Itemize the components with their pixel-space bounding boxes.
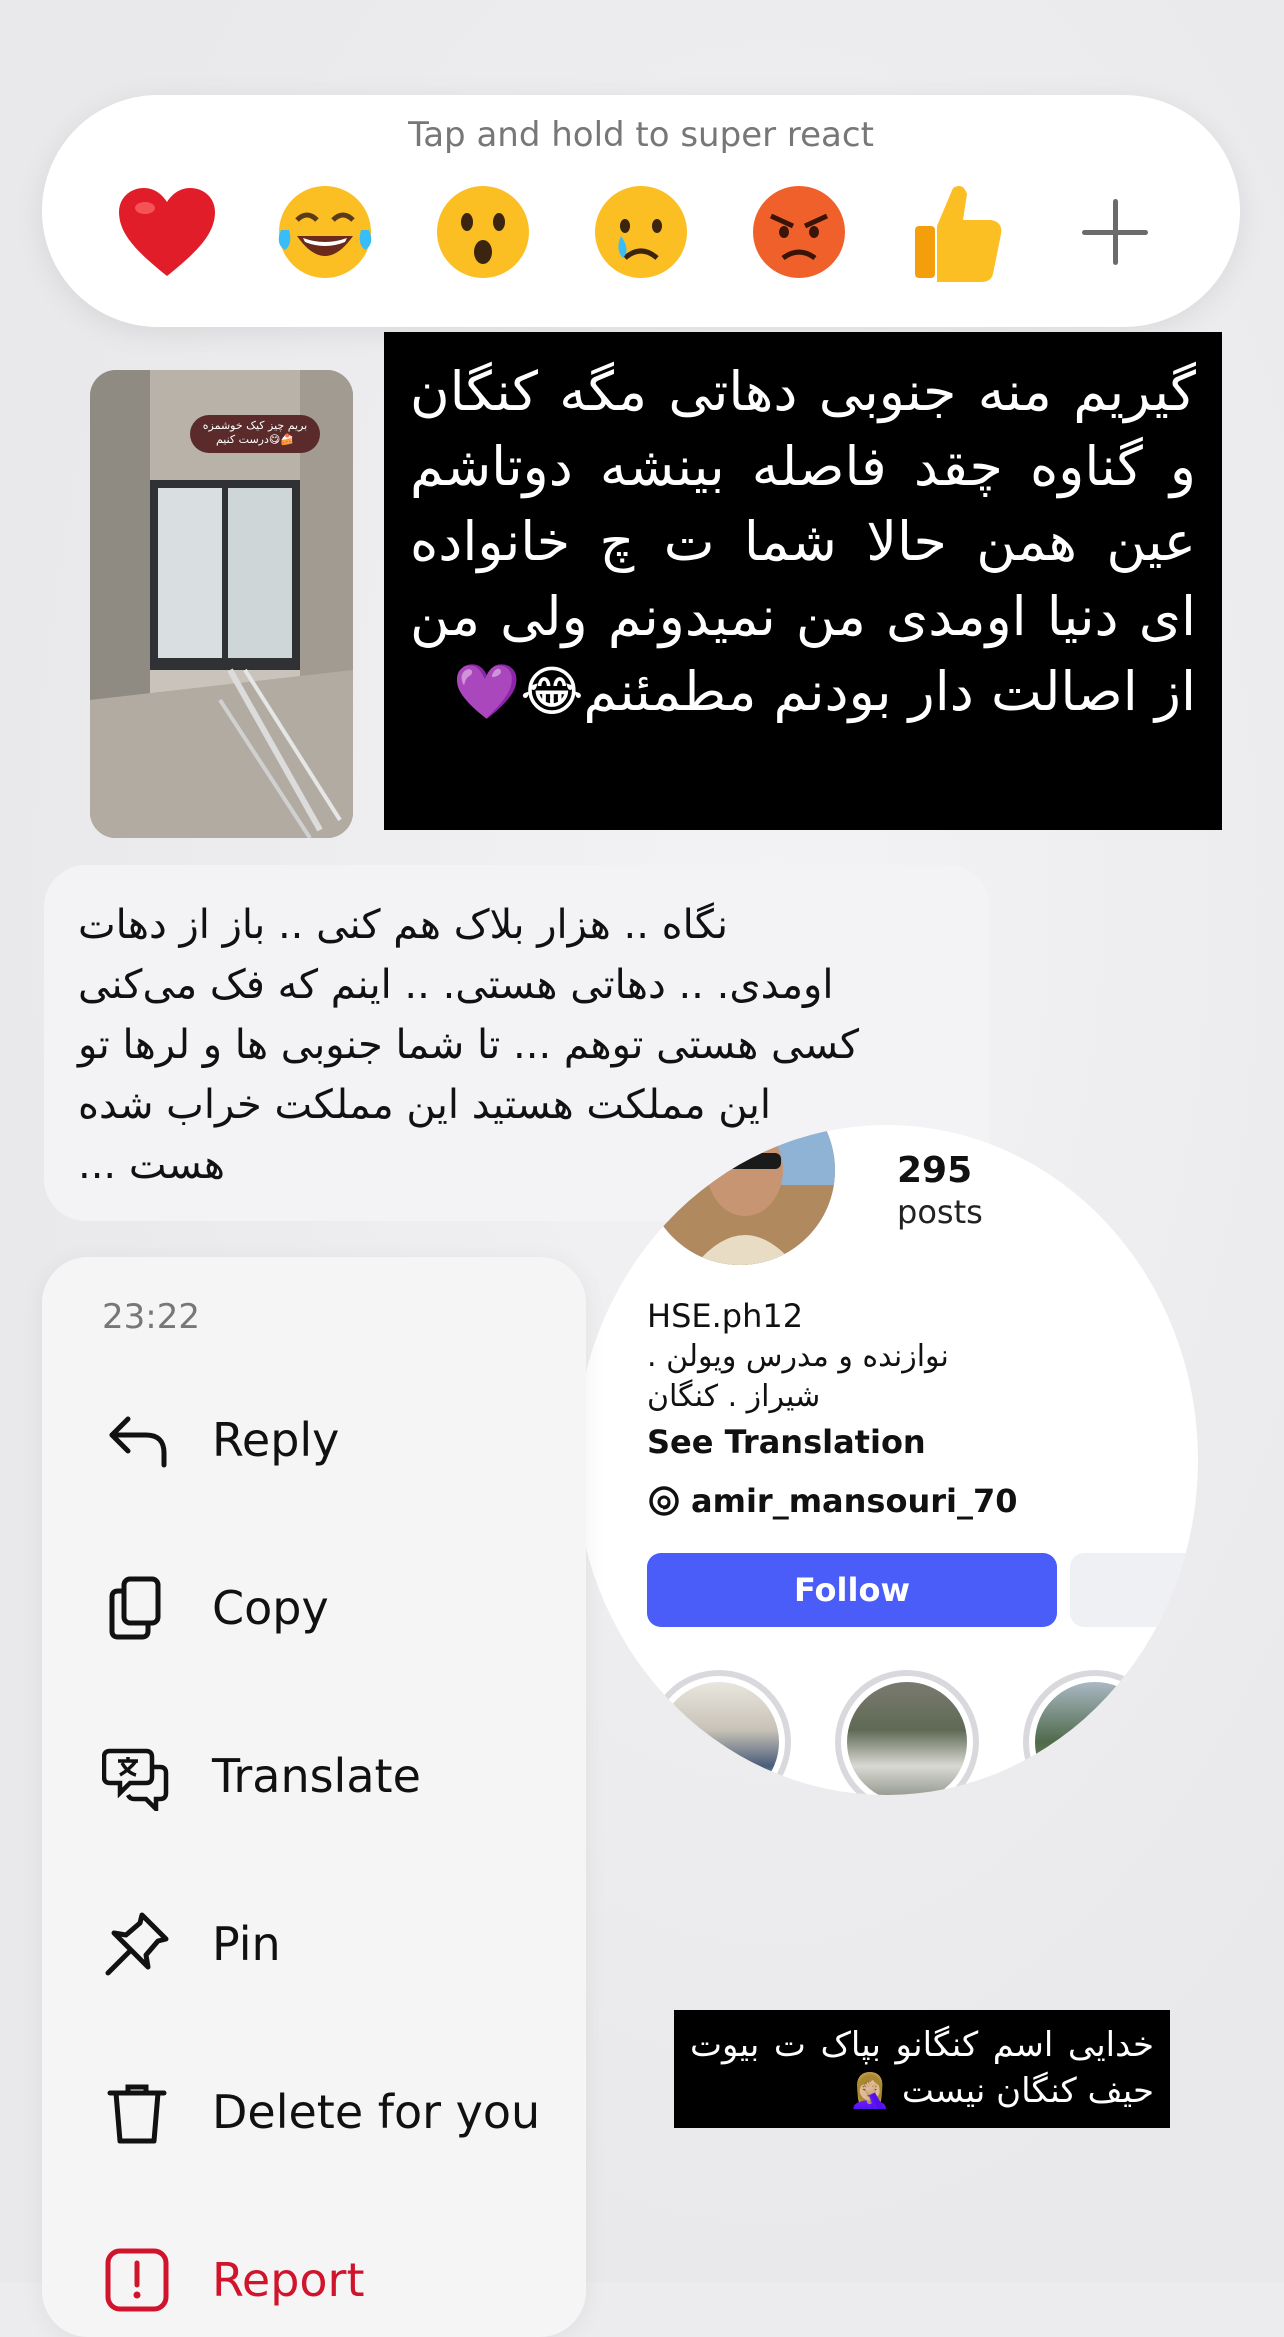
story-highlight[interactable] — [835, 1670, 979, 1795]
story-thumbnail[interactable]: بریم چیز کیک خوشمزه درست کنیم😋🍰 — [90, 370, 353, 838]
translate-icon — [102, 1741, 172, 1811]
trash-icon — [102, 2077, 172, 2147]
reaction-bar: Tap and hold to super react — [42, 95, 1240, 327]
threads-icon — [649, 1486, 679, 1516]
bio-line: شیراز . کنگان — [647, 1379, 821, 1414]
translate-menu-item[interactable]: Translate — [102, 1731, 562, 1821]
menu-item-label: Pin — [212, 1917, 281, 1971]
threads-link[interactable]: amir_mansouri_70 — [647, 1482, 1018, 1520]
follow-button[interactable]: Follow — [647, 1553, 1057, 1627]
story-reply-text: گیریم منه جنوبی دهاتی مگه کنگان و گناوه … — [384, 332, 1222, 830]
profile-username: HSE.ph12 — [647, 1297, 804, 1335]
menu-item-label: Translate — [212, 1749, 421, 1803]
profile-preview[interactable]: 295 posts HSE.ph12 نوازنده و مدرس ویولن … — [575, 1125, 1198, 1795]
profile-avatar[interactable] — [645, 1125, 835, 1265]
super-react-hint: Tap and hold to super react — [408, 115, 874, 155]
reaction-row — [112, 177, 1170, 287]
reply-arrow-icon — [102, 1405, 172, 1475]
message-button[interactable] — [1070, 1553, 1198, 1627]
story-sticker: بریم چیز کیک خوشمزه درست کنیم😋🍰 — [190, 415, 320, 453]
delete-menu-item[interactable]: Delete for you — [102, 2067, 562, 2157]
pin-icon — [102, 1909, 172, 1979]
highlight-image — [659, 1682, 779, 1795]
message-line: کسی هستی توهم ... تا شما جنوبی ها و لرها… — [78, 1022, 860, 1068]
crying-emoji[interactable] — [586, 177, 696, 287]
angry-emoji[interactable] — [744, 177, 854, 287]
message-line: اومدی. .. دهاتی هستی. .. اینم که فک می‌ک… — [78, 962, 834, 1008]
posts-label: posts — [897, 1193, 983, 1231]
menu-item-label: Copy — [212, 1581, 329, 1635]
threads-handle: amir_mansouri_70 — [691, 1482, 1018, 1520]
laughing-tears-emoji[interactable] — [270, 177, 380, 287]
menu-item-label: Reply — [212, 1413, 340, 1467]
copy-icon — [102, 1573, 172, 1643]
posts-count: 295 — [897, 1150, 973, 1191]
copy-menu-item[interactable]: Copy — [102, 1563, 562, 1653]
thumbs-up-emoji[interactable] — [902, 177, 1012, 287]
message-line: این مملکت هستید این مملکت خراب شده — [78, 1082, 771, 1128]
pin-menu-item[interactable]: Pin — [102, 1899, 562, 1989]
story-text-sticker: خدایی اسم کنگانو بپاک ت بیوت حیف کنگان ن… — [674, 2010, 1170, 2128]
see-translation-link[interactable]: See Translation — [647, 1423, 926, 1461]
add-reaction-button[interactable] — [1060, 177, 1170, 287]
heart-emoji[interactable] — [112, 177, 222, 287]
plus-icon — [1070, 187, 1160, 277]
profile-bio: نوازنده و مدرس ویولن . شیراز . کنگان — [647, 1337, 949, 1417]
message-time: 23:22 — [102, 1297, 200, 1337]
highlight-image — [847, 1682, 967, 1795]
highlight-image — [1035, 1682, 1155, 1795]
message-line: نگاه .. هزار بلاک هم کنی .. باز از دهات — [78, 902, 729, 948]
menu-item-label: Delete for you — [212, 2085, 541, 2139]
message-actions-menu: 23:22 Reply Copy Translate Pin Delete fo… — [42, 1257, 586, 2337]
bio-line: نوازنده و مدرس ویولن . — [647, 1339, 949, 1374]
reply-menu-item[interactable]: Reply — [102, 1395, 562, 1485]
surprised-emoji[interactable] — [428, 177, 538, 287]
story-highlight[interactable] — [647, 1670, 791, 1795]
